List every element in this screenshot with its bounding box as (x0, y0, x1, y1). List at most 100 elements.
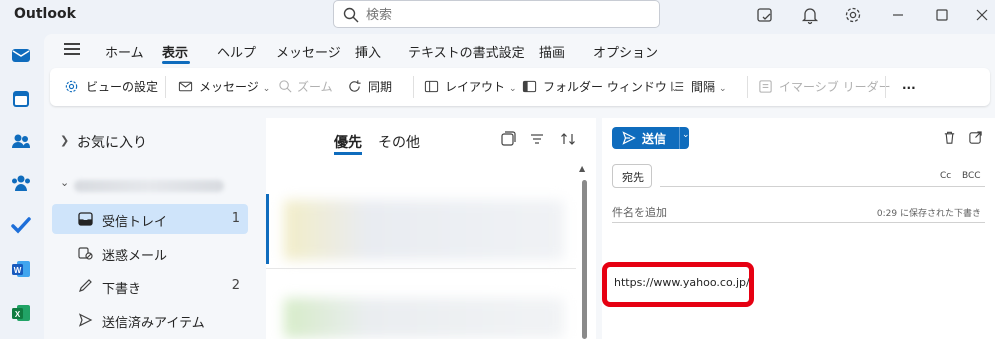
app-title: Outlook (14, 6, 76, 22)
folder-drafts[interactable]: 下書き 2 (52, 271, 248, 301)
excel-app-icon[interactable]: X (10, 302, 32, 324)
pop-out-icon[interactable] (968, 130, 983, 145)
folder-label: 迷惑メール (102, 249, 168, 264)
groups-app-icon[interactable] (10, 172, 32, 194)
junk-icon (78, 247, 93, 260)
chevron-down-icon: ⌄ (262, 84, 271, 94)
scroll-up-icon[interactable]: ▲ (579, 164, 585, 173)
spacing-button[interactable]: 間隔 ⌄ (691, 78, 727, 95)
folder-label: 下書き (102, 282, 142, 297)
tab-draw[interactable]: 描画 (539, 42, 565, 61)
active-tab-indicator (162, 61, 190, 64)
to-button[interactable]: 宛先 (612, 164, 652, 188)
immersive-reader-button[interactable]: イマーシブ リーダー (779, 78, 891, 95)
folder-window-button[interactable]: フォルダー ウィンドウ ⌄ (543, 78, 678, 95)
people-app-icon[interactable] (10, 130, 32, 152)
view-settings-button[interactable]: ビューの設定 (86, 78, 158, 95)
message-list: 優先 その他 ▲ (266, 118, 596, 339)
note-check-icon[interactable] (755, 5, 775, 25)
search-box[interactable] (333, 0, 660, 28)
zoom-button[interactable]: ズーム (297, 78, 333, 95)
to-field[interactable] (660, 186, 985, 187)
word-app-icon[interactable]: W (10, 258, 32, 280)
folder-label: 受信トレイ (102, 215, 168, 230)
main-area: ホーム 表示 ヘルプ メッセージ 挿入 テキストの書式設定 描画 オプション ビ… (44, 34, 995, 339)
tab-view[interactable]: 表示 (162, 42, 188, 61)
ribbon-separator (413, 76, 414, 98)
trash-icon[interactable] (942, 130, 957, 145)
select-icon[interactable] (500, 131, 516, 147)
app-rail: W X (0, 32, 44, 339)
settings-icon (65, 80, 78, 93)
scrollbar-thumb[interactable] (582, 180, 587, 339)
spacing-icon (671, 81, 684, 92)
message-item[interactable] (284, 200, 564, 260)
cc-button[interactable]: Cc (940, 171, 951, 181)
tab-help[interactable]: ヘルプ (217, 42, 256, 61)
mail-app-icon[interactable] (10, 44, 32, 66)
highlight-box (602, 262, 754, 307)
minimize-icon[interactable] (888, 5, 908, 25)
sync-button[interactable]: 同期 (368, 78, 392, 95)
zoom-icon (279, 80, 292, 93)
sync-icon (349, 80, 361, 92)
account-name[interactable] (74, 180, 224, 192)
tab-options[interactable]: オプション (593, 42, 658, 61)
subject-field[interactable]: 件名を追加 (612, 204, 667, 220)
search-input[interactable] (366, 5, 646, 25)
gear-icon[interactable] (843, 5, 863, 25)
folder-label: 送信済みアイテム (102, 316, 205, 331)
chevron-down-icon[interactable]: ⌄ (60, 176, 69, 189)
menu-bar: ホーム 表示 ヘルプ メッセージ 挿入 テキストの書式設定 描画 オプション (44, 34, 995, 64)
folder-pane: ❯ お気に入り ⌄ 受信トレイ 1 迷惑メール 下書き 2 送信済みアイテム (44, 118, 265, 339)
sort-icon[interactable] (560, 131, 576, 147)
message-item[interactable] (284, 298, 564, 338)
maximize-icon[interactable] (932, 5, 952, 25)
send-icon (78, 313, 93, 327)
tab-insert[interactable]: 挿入 (355, 42, 381, 61)
svg-text:X: X (15, 310, 21, 319)
bell-icon[interactable] (800, 5, 820, 25)
layout-button[interactable]: レイアウト ⌄ (445, 78, 517, 95)
chevron-down-icon: ⌄ (509, 84, 517, 94)
ribbon-separator (885, 76, 886, 98)
active-tab-indicator (334, 152, 362, 155)
compose-pane: 送信 ⌄ 宛先 Cc BCC 件名を追加 0:29 に保存された下書き http… (602, 118, 995, 339)
bcc-button[interactable]: BCC (962, 171, 981, 181)
ribbon-separator (747, 76, 748, 98)
item-count: 2 (231, 278, 240, 293)
send-icon (622, 131, 636, 145)
favorites-header[interactable]: お気に入り (77, 132, 147, 152)
folder-junk[interactable]: 迷惑メール (52, 238, 248, 268)
tab-format-text[interactable]: テキストの書式設定 (408, 42, 525, 61)
svg-text:W: W (14, 266, 22, 275)
inbox-icon (78, 212, 93, 226)
todo-app-icon[interactable] (10, 214, 32, 236)
close-icon[interactable] (972, 5, 992, 25)
filter-icon[interactable] (529, 131, 545, 147)
subject-divider (612, 222, 985, 223)
folder-pane-icon (522, 80, 537, 93)
send-button[interactable]: 送信 ⌄ (612, 127, 690, 149)
hamburger-menu-icon[interactable] (64, 43, 80, 55)
folder-inbox[interactable]: 受信トレイ 1 (52, 204, 248, 234)
tab-message[interactable]: メッセージ (276, 42, 341, 61)
tab-home[interactable]: ホーム (105, 42, 144, 61)
layout-icon (424, 80, 439, 93)
tab-other[interactable]: その他 (378, 132, 420, 152)
more-options-button[interactable]: ... (902, 78, 916, 92)
title-bar: Outlook (0, 0, 995, 32)
chevron-down-icon[interactable]: ⌄ (682, 130, 690, 140)
message-item-selected-bar (266, 194, 269, 264)
message-view-button[interactable]: メッセージ ⌄ (199, 78, 270, 95)
divider (266, 268, 576, 269)
send-label: 送信 (642, 132, 667, 146)
calendar-app-icon[interactable] (10, 88, 32, 110)
tab-focused[interactable]: 優先 (334, 132, 362, 152)
chevron-right-icon[interactable]: ❯ (60, 134, 69, 147)
immersive-reader-icon (759, 80, 772, 93)
folder-sent[interactable]: 送信済みアイテム (52, 305, 248, 335)
envelope-icon (178, 81, 193, 92)
ribbon: ビューの設定 メッセージ ⌄ ズーム 同期 レイアウト ⌄ フォルダー ウィンドウ ⌄… (50, 68, 990, 106)
to-label: 宛先 (622, 171, 644, 184)
